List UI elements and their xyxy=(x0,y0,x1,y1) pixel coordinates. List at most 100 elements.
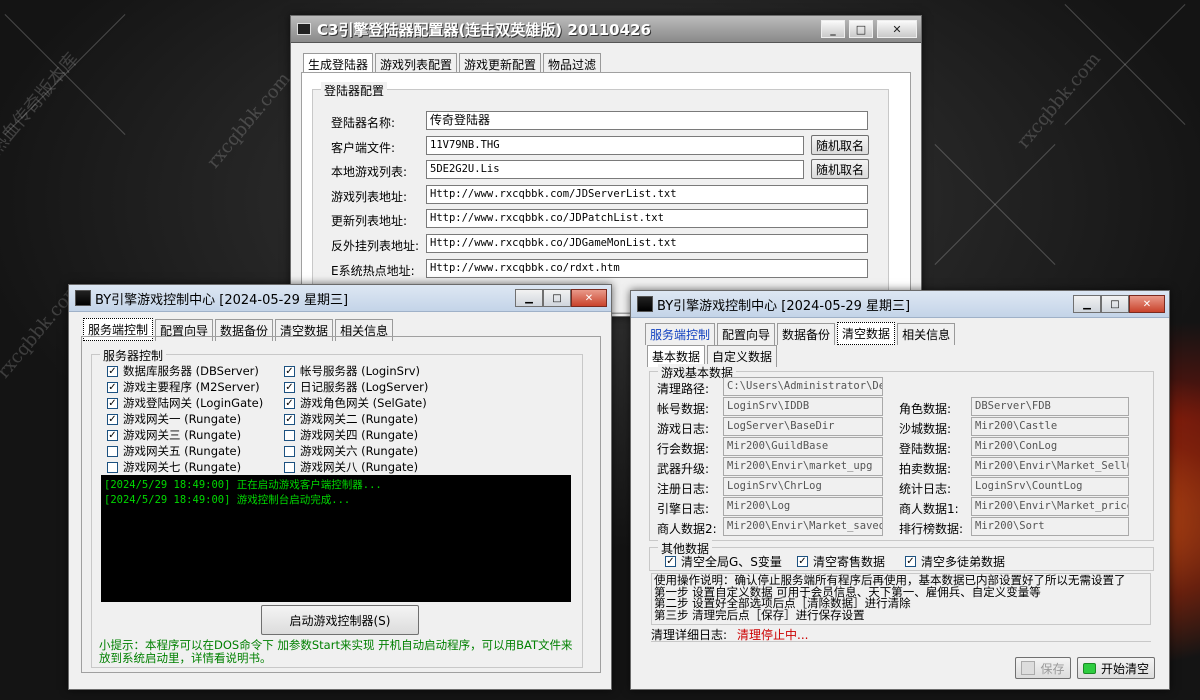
checkbox-box[interactable] xyxy=(284,445,295,457)
start-clear-button[interactable]: 开始清空 xyxy=(1077,657,1155,679)
other-checkbox[interactable]: ✓ 清空多徒弟数据 xyxy=(905,553,1005,570)
data-path-input[interactable]: Mir200\GuildBase xyxy=(723,437,883,456)
maximize-button[interactable]: □ xyxy=(543,289,571,307)
title-bar[interactable]: BY引擎游戏控制中心 [2024-05-29 星期三] ▁ □ ✕ xyxy=(631,291,1169,318)
checkbox-box[interactable]: ✓ xyxy=(284,397,295,409)
server-checkbox[interactable]: ✓ 游戏网关二 (Rungate) xyxy=(284,411,418,427)
data-path-input[interactable]: Mir200\Envir\Market_saved xyxy=(723,517,883,536)
hotspot-url-input[interactable]: Http://www.rxcqbbk.co/rdxt.htm xyxy=(426,259,868,278)
update-list-url-label: 更新列表地址: xyxy=(331,214,408,228)
tab-about[interactable]: 相关信息 xyxy=(897,323,956,345)
game-list-url-label: 游戏列表地址: xyxy=(331,190,408,204)
clear-path-label: 清理路径: xyxy=(657,382,710,396)
title-bar[interactable]: BY引擎游戏控制中心 [2024-05-29 星期三] ▁ □ ✕ xyxy=(69,285,611,312)
tab-clear-data[interactable]: 清空数据 xyxy=(837,322,896,345)
checkbox-box[interactable]: ✓ xyxy=(905,556,916,567)
data-path-input[interactable]: Mir200\Envir\Market_prices xyxy=(971,497,1129,516)
checkbox-box[interactable]: ✓ xyxy=(284,413,295,425)
checkbox-box[interactable]: ✓ xyxy=(107,397,118,409)
server-checkbox[interactable]: ✓ 游戏角色网关 (SelGate) xyxy=(284,395,427,411)
server-checkbox[interactable]: ✓ 帐号服务器 (LoginSrv) xyxy=(284,363,420,379)
checkbox-box[interactable] xyxy=(284,429,295,441)
data-path-input[interactable]: LogServer\BaseDir xyxy=(723,417,883,436)
server-checkbox[interactable]: ✓ 游戏网关三 (Rungate) xyxy=(107,427,241,443)
random-name-button-2[interactable]: 随机取名 xyxy=(811,159,869,179)
checkbox-box[interactable] xyxy=(284,461,295,473)
watermark-text: rxcqbbk.com xyxy=(203,68,295,173)
minimize-button[interactable]: _ xyxy=(821,20,845,38)
game-list-url-input[interactable]: Http://www.rxcqbbk.com/JDServerList.txt xyxy=(426,185,868,204)
save-button[interactable]: 保存 xyxy=(1015,657,1071,679)
other-checkbox[interactable]: ✓ 清空寄售数据 xyxy=(797,553,885,570)
client-file-label: 客户端文件: xyxy=(331,141,396,155)
server-checkbox[interactable]: ✓ 游戏网关一 (Rungate) xyxy=(107,411,241,427)
data-path-input[interactable]: Mir200\ConLog xyxy=(971,437,1129,456)
data-path-input[interactable]: LoginSrv\CountLog xyxy=(971,477,1129,496)
close-button[interactable]: ✕ xyxy=(1129,295,1165,313)
server-checkbox[interactable]: 游戏网关八 (Rungate) xyxy=(284,459,418,475)
data-label: 角色数据: xyxy=(899,402,952,416)
checkbox-box[interactable]: ✓ xyxy=(107,413,118,425)
tab-server-control[interactable]: 服务端控制 xyxy=(645,323,716,345)
data-path-input[interactable]: Mir200\Envir\market_upg xyxy=(723,457,883,476)
server-checkbox[interactable]: 游戏网关七 (Rungate) xyxy=(107,459,241,475)
local-list-input[interactable]: 5DE2G2U.Lis xyxy=(426,160,804,179)
checkbox-box[interactable]: ✓ xyxy=(284,365,295,377)
checkbox-box[interactable] xyxy=(107,445,118,457)
close-button[interactable]: ✕ xyxy=(571,289,607,307)
save-label: 保存 xyxy=(1040,661,1065,676)
server-checkbox[interactable]: ✓ 数据库服务器 (DBServer) xyxy=(107,363,259,379)
server-checkbox-label: 帐号服务器 (LoginSrv) xyxy=(300,364,420,378)
random-name-button[interactable]: 随机取名 xyxy=(811,135,869,155)
other-checkbox[interactable]: ✓ 清空全局G、S变量 xyxy=(665,553,782,570)
tab-config-wizard[interactable]: 配置向导 xyxy=(717,323,776,345)
checkbox-box[interactable]: ✓ xyxy=(665,556,676,567)
client-file-input[interactable]: 11V79NB.THG xyxy=(426,136,804,155)
update-list-url-input[interactable]: Http://www.rxcqbbk.co/JDPatchList.txt xyxy=(426,209,868,228)
checkbox-box[interactable]: ✓ xyxy=(107,381,118,393)
checkbox-box[interactable]: ✓ xyxy=(797,556,808,567)
server-checkbox[interactable]: 游戏网关四 (Rungate) xyxy=(284,427,418,443)
instruction-line: 第三步 清理完后点［保存］进行保存设置 xyxy=(654,607,865,622)
minimize-button[interactable]: ▁ xyxy=(1073,295,1101,313)
launcher-name-input[interactable]: 传奇登陆器 xyxy=(426,111,868,130)
title-bar[interactable]: C3引擎登陆器配置器(连击双英雄版) 20110426 _ □ ✕ xyxy=(291,16,921,43)
checkbox-box[interactable] xyxy=(107,461,118,473)
data-path-input[interactable]: DBServer\FDB xyxy=(971,397,1129,416)
server-checkbox-label: 数据库服务器 (DBServer) xyxy=(123,364,259,378)
app-icon xyxy=(637,296,653,312)
server-checkbox[interactable]: 游戏网关六 (Rungate) xyxy=(284,443,418,459)
server-checkbox[interactable]: ✓ 游戏主要程序 (M2Server) xyxy=(107,379,260,395)
server-checkbox[interactable]: 游戏网关五 (Rungate) xyxy=(107,443,241,459)
maximize-button[interactable]: □ xyxy=(1101,295,1129,313)
data-path-input[interactable]: Mir200\Castle xyxy=(971,417,1129,436)
server-checkbox-label: 游戏网关七 (Rungate) xyxy=(123,460,242,474)
tab-data-backup[interactable]: 数据备份 xyxy=(777,323,836,345)
floppy-icon xyxy=(1021,661,1036,675)
data-path-input[interactable]: Mir200\Envir\Market_SellOf xyxy=(971,457,1129,476)
anticheat-url-input[interactable]: Http://www.rxcqbbk.co/JDGameMonList.txt xyxy=(426,234,868,253)
start-controller-button[interactable]: 启动游戏控制器(S) xyxy=(261,605,419,635)
hotspot-url-label: E系统热点地址: xyxy=(331,264,415,278)
clear-data-window: BY引擎游戏控制中心 [2024-05-29 星期三] ▁ □ ✕ 服务端控制 … xyxy=(630,290,1170,690)
maximize-button[interactable]: □ xyxy=(849,20,873,38)
data-path-input[interactable]: LoginSrv\ChrLog xyxy=(723,477,883,496)
server-checkbox[interactable]: ✓ 游戏登陆网关 (LoginGate) xyxy=(107,395,263,411)
checkbox-box[interactable]: ✓ xyxy=(107,365,118,377)
configurator-window: C3引擎登陆器配置器(连击双英雄版) 20110426 _ □ ✕ 生成登陆器 … xyxy=(290,15,922,317)
server-checkbox[interactable]: ✓ 日记服务器 (LogServer) xyxy=(284,379,428,395)
checkbox-box[interactable]: ✓ xyxy=(107,429,118,441)
data-label: 游戏日志: xyxy=(657,422,710,436)
minimize-button[interactable]: ▁ xyxy=(515,289,543,307)
close-button[interactable]: ✕ xyxy=(877,20,917,38)
group-title: 服务器控制 xyxy=(100,347,167,364)
data-label: 统计日志: xyxy=(899,482,952,496)
instructions-box: 使用操作说明：确认停止服务端所有程序后再使用，基本数据已内部设置好了所以无需设置… xyxy=(651,573,1151,625)
data-path-input[interactable]: Mir200\Sort xyxy=(971,517,1129,536)
server-checkbox-label: 游戏网关五 (Rungate) xyxy=(123,444,242,458)
checkbox-box[interactable]: ✓ xyxy=(284,381,295,393)
clear-path-input[interactable]: C:\Users\Administrator\Des xyxy=(723,377,883,396)
data-path-input[interactable]: Mir200\Log xyxy=(723,497,883,516)
server-checkbox-label: 游戏网关二 (Rungate) xyxy=(300,412,419,426)
data-path-input[interactable]: LoginSrv\IDDB xyxy=(723,397,883,416)
